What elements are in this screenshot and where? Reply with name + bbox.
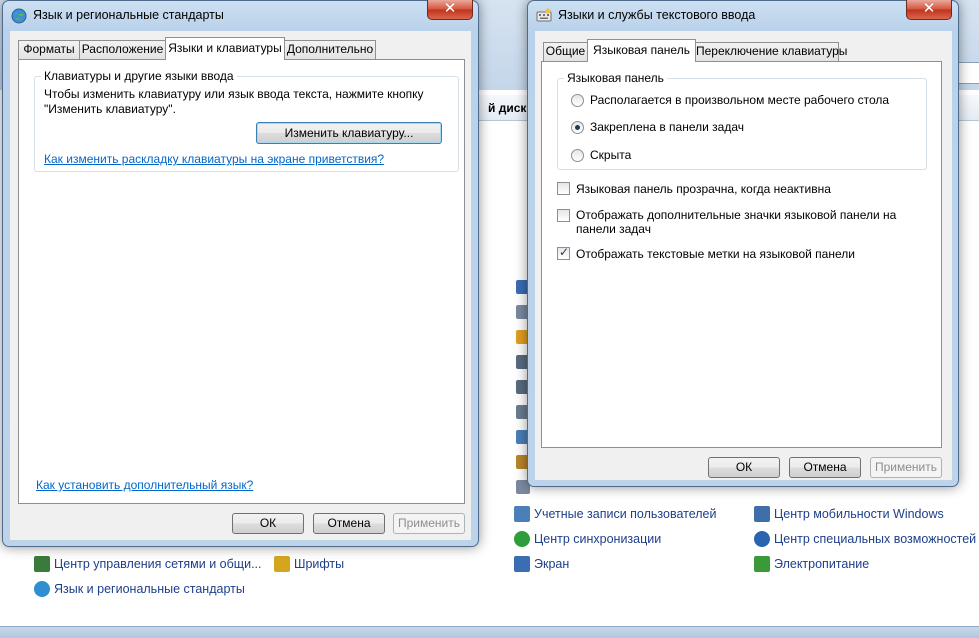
monitor-icon (514, 556, 530, 572)
title-bar[interactable]: Язык и региональные стандарты ✕ (3, 0, 478, 31)
cp-item-regional[interactable]: Язык и региональные стандарты (34, 579, 245, 599)
close-button[interactable]: ✕ (427, 0, 473, 20)
radio-docked-label[interactable]: Закреплена в панели задач (590, 120, 744, 134)
checkbox-text-labels-label[interactable]: Отображать текстовые метки на языковой п… (576, 247, 855, 261)
cancel-button[interactable]: Отмена (313, 513, 385, 534)
network-icon (34, 556, 50, 572)
cp-item-fonts[interactable]: Шрифты (274, 554, 344, 574)
window-title: Язык и региональные стандарты (33, 8, 224, 22)
cp-item-sync-center[interactable]: Центр синхронизации (514, 529, 661, 549)
radio-floating[interactable] (571, 94, 584, 107)
welcome-screen-keyboard-link[interactable]: Как изменить раскладку клавиатуры на экр… (44, 152, 384, 166)
cp-item-display[interactable]: Экран (514, 554, 569, 574)
globe-icon (34, 581, 50, 597)
power-icon (754, 556, 770, 572)
radio-hidden-label[interactable]: Скрыта (590, 148, 631, 162)
keyboard-icon (536, 8, 552, 22)
sync-icon (514, 531, 530, 547)
tab-language-bar[interactable]: Языковая панель (587, 39, 696, 62)
window-client: Общие Языковая панель Переключение клави… (535, 31, 952, 480)
description-line1: Чтобы изменить клавиатуру или язык ввода… (44, 87, 424, 101)
tab-administrative[interactable]: Дополнительно (284, 40, 376, 59)
users-icon (514, 506, 530, 522)
tab-keyboards-languages[interactable]: Языки и клавиатуры (165, 37, 285, 60)
accessibility-icon (754, 531, 770, 547)
checkbox-transparent-label[interactable]: Языковая панель прозрачна, когда неактив… (576, 182, 831, 196)
cp-item-power[interactable]: Электропитание (754, 554, 869, 574)
group-title: Языковая панель (564, 71, 667, 85)
tab-bar: Форматы Расположение Языки и клавиатуры … (18, 37, 463, 60)
ok-button[interactable]: ОК (232, 513, 304, 534)
radio-hidden[interactable] (571, 149, 584, 162)
ok-button[interactable]: ОК (708, 457, 780, 478)
checkbox-transparent[interactable] (557, 182, 570, 195)
radio-floating-label[interactable]: Располагается в произвольном месте рабоч… (590, 93, 889, 107)
checkbox-text-labels[interactable] (557, 245, 570, 260)
cp-item-network-center[interactable]: Центр управления сетями и общи... (34, 554, 261, 574)
folder-icon (274, 556, 290, 572)
checkbox-extra-icons-label-line2[interactable]: панели задач (576, 222, 651, 236)
tab-keyboard-switching[interactable]: Переключение клавиатуры (695, 42, 847, 61)
change-keyboard-button[interactable]: Изменить клавиатуру... (256, 122, 442, 144)
cp-item-accessibility[interactable]: Центр специальных возможностей (754, 529, 976, 549)
cancel-button[interactable]: Отмена (789, 457, 861, 478)
address-text: й диск (488, 101, 527, 115)
tab-panel: Языковая панель Располагается в произвол… (541, 61, 942, 448)
tab-general[interactable]: Общие (543, 42, 588, 61)
title-bar[interactable]: Языки и службы текстового ввода ✕ (528, 0, 958, 31)
globe-icon (11, 8, 27, 24)
text-services-window: Языки и службы текстового ввода ✕ Общие … (527, 0, 959, 487)
group-title: Клавиатуры и другие языки ввода (41, 69, 237, 83)
regional-settings-window: Язык и региональные стандарты ✕ Форматы … (2, 0, 479, 547)
apply-button[interactable]: Применить (870, 457, 942, 478)
radio-docked[interactable] (571, 121, 584, 134)
cp-item-mobility-center[interactable]: Центр мобильности Windows (754, 504, 944, 524)
status-bar (0, 626, 979, 638)
tab-formats[interactable]: Форматы (18, 40, 80, 59)
window-title: Языки и службы текстового ввода (558, 8, 756, 22)
checkbox-extra-icons[interactable] (557, 209, 570, 222)
install-language-link[interactable]: Как установить дополнительный язык? (36, 478, 253, 492)
cp-item-user-accounts[interactable]: Учетные записи пользователей (514, 504, 717, 524)
window-client: Форматы Расположение Языки и клавиатуры … (10, 31, 471, 540)
checkbox-extra-icons-label-line1[interactable]: Отображать дополнительные значки языково… (576, 208, 896, 222)
apply-button[interactable]: Применить (393, 513, 465, 534)
laptop-icon (754, 506, 770, 522)
description-line2: "Изменить клавиатуру". (44, 102, 176, 116)
close-button[interactable]: ✕ (906, 0, 952, 20)
tab-bar: Общие Языковая панель Переключение клави… (543, 39, 943, 62)
tab-panel: Клавиатуры и другие языки ввода Чтобы из… (18, 59, 465, 504)
tab-location[interactable]: Расположение (79, 40, 166, 59)
